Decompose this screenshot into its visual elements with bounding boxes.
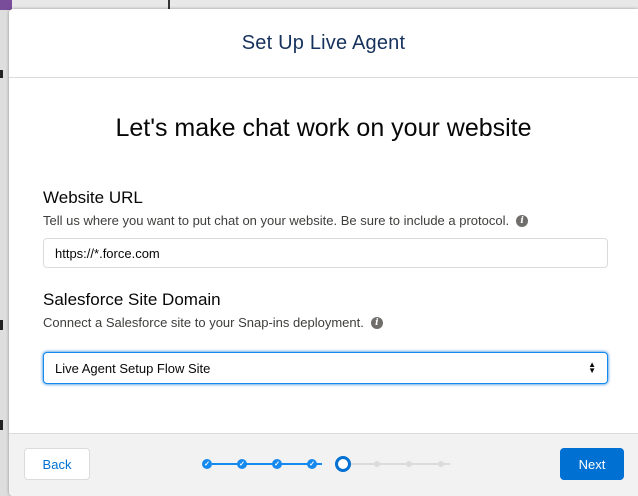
progress-step-complete: ✓ — [272, 459, 282, 469]
site-domain-help: Connect a Salesforce site to your Snap-i… — [43, 315, 383, 330]
info-icon[interactable]: i — [370, 316, 383, 329]
background-edge — [0, 320, 3, 330]
check-icon: ✓ — [204, 461, 210, 468]
check-icon: ✓ — [274, 461, 280, 468]
website-url-help-text: Tell us where you want to put chat on yo… — [43, 213, 510, 228]
progress-step-current — [335, 456, 351, 472]
progress-step-upcoming — [374, 461, 380, 467]
website-url-input[interactable]: https://*.force.com — [43, 238, 608, 268]
progress-step-complete: ✓ — [202, 459, 212, 469]
website-url-label: Website URL — [43, 188, 143, 207]
site-domain-selected: Live Agent Setup Flow Site — [55, 360, 211, 376]
modal-footer: Back ✓ ✓ ✓ ✓ Next — [9, 433, 638, 496]
progress-step-upcoming — [438, 461, 444, 467]
progress-step-complete: ✓ — [307, 459, 317, 469]
modal-header: Set Up Live Agent — [9, 9, 638, 78]
back-button[interactable]: Back — [24, 448, 90, 480]
progress-step-complete: ✓ — [237, 459, 247, 469]
next-button[interactable]: Next — [560, 448, 624, 480]
background-edge — [0, 420, 3, 430]
progress-line-done — [212, 463, 322, 465]
modal-title: Set Up Live Agent — [241, 31, 406, 54]
progress-indicator: ✓ ✓ ✓ ✓ — [202, 456, 462, 472]
website-url-value: https://*.force.com — [55, 245, 160, 261]
site-domain-select[interactable]: Live Agent Setup Flow Site ▲ ▼ — [43, 352, 608, 384]
setup-modal: Set Up Live Agent Let's make chat work o… — [9, 9, 638, 496]
site-domain-help-text: Connect a Salesforce site to your Snap-i… — [43, 315, 364, 330]
site-domain-label: Salesforce Site Domain — [43, 290, 221, 309]
website-url-help: Tell us where you want to put chat on yo… — [43, 213, 529, 228]
progress-step-upcoming — [406, 461, 412, 467]
check-icon: ✓ — [309, 461, 315, 468]
progress-line-todo — [342, 463, 450, 465]
page-headline: Let's make chat work on your website — [115, 114, 532, 142]
check-icon: ✓ — [239, 461, 245, 468]
background-edge — [0, 70, 3, 78]
select-arrows-icon: ▲ ▼ — [588, 360, 596, 375]
info-icon[interactable]: i — [516, 214, 529, 227]
